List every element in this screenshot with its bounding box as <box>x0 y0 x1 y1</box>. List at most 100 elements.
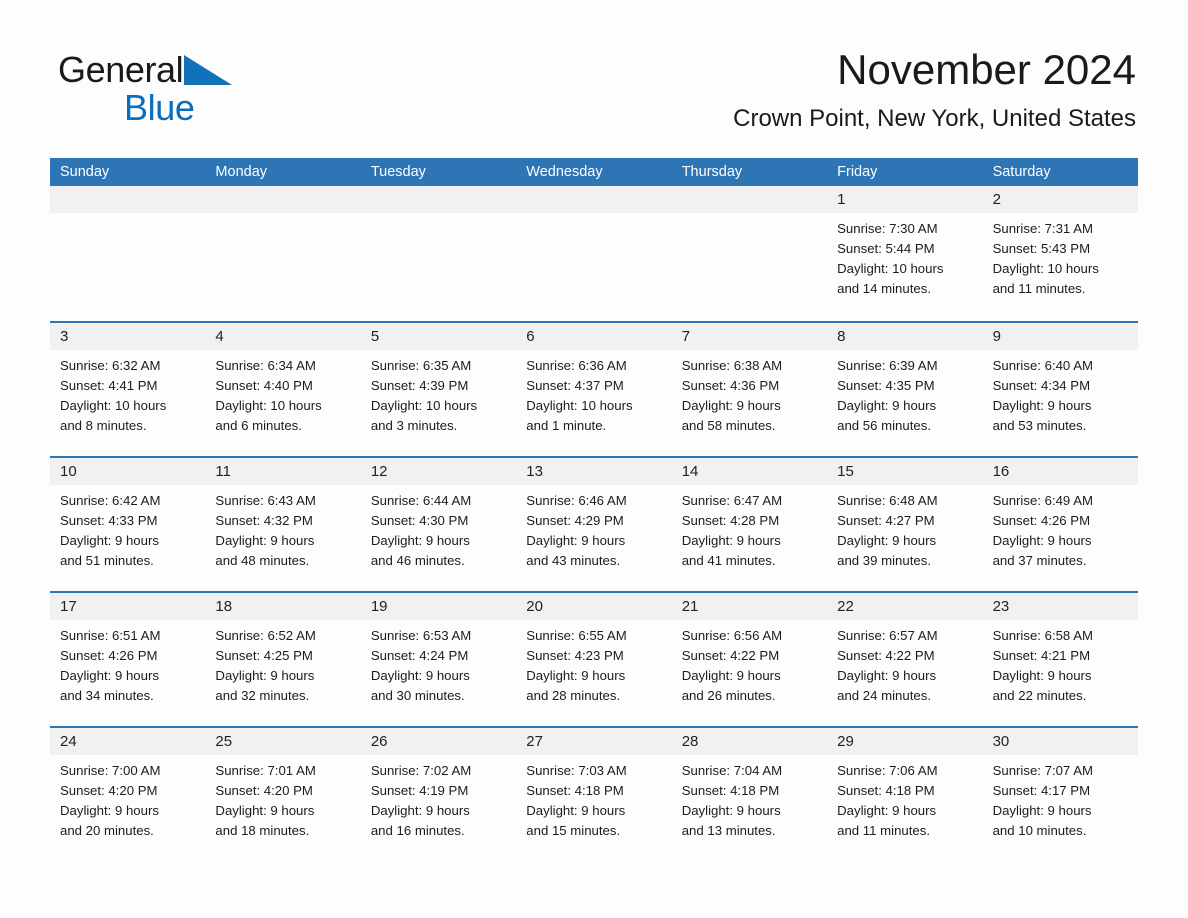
sunset-text: Sunset: 4:18 PM <box>681 783 780 798</box>
calendar-grid: Sunday Monday Tuesday Wednesday Thursday Frid… <box>50 158 1138 861</box>
day-details: Sunrise: 6:51 AM Sunset: 4:26 PM Daylight:… <box>50 620 205 706</box>
day-cell-8[interactable]: 8 Sunrise: 6:39 AM Sunset: 4:35 PM Daylight… <box>827 323 983 456</box>
daylight-text-3: and 51 minutes. <box>60 553 154 568</box>
day-cell-30[interactable]: 30 Sunrise: 7:07 AM Sunset: 4:17 PM Dayligh… <box>982 728 1138 861</box>
sunset-text: Sunset: 4:33 PM <box>60 513 158 528</box>
daylight-text-3: and 11 minutes. <box>992 281 1086 296</box>
sunrise-text: Sunrise: 6:48 AM <box>837 493 938 508</box>
sunrise-text: Sunrise: 6:36 AM <box>526 358 627 373</box>
day-cell-6[interactable]: 6 Sunrise: 6:36 AM Sunset: 4:37 PM Daylight… <box>516 323 672 456</box>
sunset-text: Sunset: 4:39 PM <box>370 378 469 393</box>
daylight-text-3: and 56 minutes. <box>837 418 931 433</box>
day-details: Sunrise: 7:00 AM Sunset: 4:20 PM Daylight:… <box>50 755 205 841</box>
day-details: Sunrise: 6:53 AM Sunset: 4:24 PM Daylight:… <box>361 620 516 706</box>
day-cell-22[interactable]: 22 Sunrise: 6:57 AM Sunset: 4:22 PM Dayligh… <box>827 593 983 726</box>
day-cell-empty <box>671 186 828 321</box>
daylight-text-3: and 11 minutes. <box>837 823 930 838</box>
day-details: Sunrise: 7:06 AM Sunset: 4:18 PM Daylight:… <box>827 755 982 841</box>
calendar-week-row: 1 Sunrise: 7:30 AM Sunset: 5:44 PM Daylight… <box>50 186 1138 321</box>
daylight-text-2: Daylight: 9 hours <box>992 668 1092 683</box>
daylight-text-2: Daylight: 9 hours <box>215 533 315 548</box>
daylight-text-2: Daylight: 9 hours <box>992 398 1092 413</box>
day-cell-10[interactable]: 10 Sunrise: 6:42 AM Sunset: 4:33 PM Dayligh… <box>50 458 206 591</box>
day-cell-28[interactable]: 28 Sunrise: 7:04 AM Sunset: 4:18 PM Dayligh… <box>671 728 828 861</box>
day-cell-20[interactable]: 20 Sunrise: 6:55 AM Sunset: 4:23 PM Dayligh… <box>516 593 672 726</box>
day-cell-16[interactable]: 16 Sunrise: 6:49 AM Sunset: 4:26 PM Dayligh… <box>982 458 1138 591</box>
daylight-text-2: Daylight: 9 hours <box>215 668 315 683</box>
sunrise-text: Sunrise: 6:35 AM <box>370 358 472 373</box>
day-cell-23[interactable]: 23 Sunrise: 6:58 AM Sunset: 4:21 PM Dayligh… <box>982 593 1138 726</box>
sunrise-text: Sunrise: 7:07 AM <box>992 763 1093 778</box>
daylight-text-2: Daylight: 9 hours <box>681 803 781 818</box>
day-cell-27[interactable]: 27 Sunrise: 7:03 AM Sunset: 4:18 PM Dayligh… <box>516 728 672 861</box>
sunrise-text: Sunrise: 7:03 AM <box>526 763 627 778</box>
day-cell-3[interactable]: 3 Sunrise: 6:32 AM Sunset: 4:41 PM Daylight… <box>50 323 206 456</box>
sunset-text: Sunset: 4:20 PM <box>60 783 158 798</box>
day-cell-1[interactable]: 1 Sunrise: 7:30 AM Sunset: 5:44 PM Daylight… <box>827 186 983 321</box>
sunset-text: Sunset: 4:26 PM <box>992 513 1091 528</box>
day-details: Sunrise: 6:58 AM Sunset: 4:21 PM Daylight:… <box>983 620 1138 706</box>
day-details: Sunrise: 6:49 AM Sunset: 4:26 PM Daylight:… <box>983 485 1138 571</box>
sunset-text: Sunset: 4:28 PM <box>681 513 780 528</box>
day-cell-25[interactable]: 25 Sunrise: 7:01 AM Sunset: 4:20 PM Dayligh… <box>205 728 361 861</box>
day-cell-14[interactable]: 14 Sunrise: 6:47 AM Sunset: 4:28 PM Dayligh… <box>671 458 828 591</box>
day-cell-29[interactable]: 29 Sunrise: 7:06 AM Sunset: 4:18 PM Dayligh… <box>827 728 983 861</box>
day-cell-2[interactable]: 2 Sunrise: 7:31 AM Sunset: 5:43 PM Daylight… <box>982 186 1138 321</box>
daylight-text-3: and 10 minutes. <box>992 823 1087 838</box>
daylight-text-3: and 22 minutes. <box>992 688 1087 703</box>
sunset-text: Sunset: 4:24 PM <box>370 648 469 663</box>
calendar-week-row: 3 Sunrise: 6:32 AM Sunset: 4:41 PM Daylight… <box>50 321 1138 456</box>
day-details: Sunrise: 7:30 AM Sunset: 5:44 PM Daylight:… <box>827 213 982 299</box>
sunrise-text: Sunrise: 6:46 AM <box>526 493 627 508</box>
day-cell-9[interactable]: 9 Sunrise: 6:40 AM Sunset: 4:34 PM Daylight… <box>982 323 1138 456</box>
sunset-text: Sunset: 4:27 PM <box>837 513 935 528</box>
day-details: Sunrise: 6:39 AM Sunset: 4:35 PM Daylight:… <box>827 350 982 436</box>
day-number: 22 <box>827 593 983 620</box>
daylight-text-2: Daylight: 9 hours <box>526 803 626 818</box>
sunset-text: Sunset: 4:35 PM <box>837 378 935 393</box>
day-details <box>361 213 516 219</box>
day-number: 19 <box>360 593 517 620</box>
day-cell-12[interactable]: 12 Sunrise: 6:44 AM Sunset: 4:30 PM Dayligh… <box>360 458 517 591</box>
day-number: 24 <box>50 728 206 755</box>
day-number: 11 <box>205 458 361 485</box>
daylight-text-3: and 37 minutes. <box>992 553 1087 568</box>
daylight-text-3: and 8 minutes. <box>60 418 147 433</box>
daylight-text-2: Daylight: 9 hours <box>526 533 626 548</box>
day-cell-26[interactable]: 26 Sunrise: 7:02 AM Sunset: 4:19 PM Dayligh… <box>360 728 517 861</box>
sunset-text: Sunset: 4:36 PM <box>681 378 780 393</box>
sunset-text: Sunset: 4:37 PM <box>526 378 624 393</box>
day-number: 26 <box>360 728 517 755</box>
general-blue-logo[interactable]: General Blue <box>58 50 233 126</box>
day-cell-24[interactable]: 24 Sunrise: 7:00 AM Sunset: 4:20 PM Dayligh… <box>50 728 206 861</box>
day-number: 5 <box>360 323 517 350</box>
day-details: Sunrise: 7:01 AM Sunset: 4:20 PM Daylight:… <box>205 755 360 841</box>
day-details: Sunrise: 7:04 AM Sunset: 4:18 PM Daylight:… <box>672 755 827 841</box>
daylight-text-2: Daylight: 10 hours <box>60 398 167 413</box>
daylight-text-3: and 53 minutes. <box>992 418 1087 433</box>
day-cell-17[interactable]: 17 Sunrise: 6:51 AM Sunset: 4:26 PM Dayligh… <box>50 593 206 726</box>
sunset-text: Sunset: 4:17 PM <box>992 783 1091 798</box>
day-details: Sunrise: 6:43 AM Sunset: 4:32 PM Daylight:… <box>205 485 360 571</box>
blue-triangle-icon <box>184 55 233 85</box>
day-cell-18[interactable]: 18 Sunrise: 6:52 AM Sunset: 4:25 PM Dayligh… <box>205 593 361 726</box>
sunrise-text: Sunrise: 7:06 AM <box>837 763 938 778</box>
day-details: Sunrise: 7:07 AM Sunset: 4:17 PM Daylight:… <box>983 755 1138 841</box>
day-cell-13[interactable]: 13 Sunrise: 6:46 AM Sunset: 4:29 PM Dayligh… <box>516 458 672 591</box>
daylight-text-2: Daylight: 9 hours <box>837 668 937 683</box>
day-details <box>672 213 827 219</box>
daylight-text-3: and 20 minutes. <box>60 823 154 838</box>
day-cell-7[interactable]: 7 Sunrise: 6:38 AM Sunset: 4:36 PM Daylight… <box>671 323 828 456</box>
day-details: Sunrise: 6:57 AM Sunset: 4:22 PM Daylight:… <box>827 620 982 706</box>
day-cell-15[interactable]: 15 Sunrise: 6:48 AM Sunset: 4:27 PM Dayligh… <box>827 458 983 591</box>
day-cell-11[interactable]: 11 Sunrise: 6:43 AM Sunset: 4:32 PM Dayligh… <box>205 458 361 591</box>
day-cell-19[interactable]: 19 Sunrise: 6:53 AM Sunset: 4:24 PM Dayligh… <box>360 593 517 726</box>
day-cell-4[interactable]: 4 Sunrise: 6:34 AM Sunset: 4:40 PM Daylight… <box>205 323 361 456</box>
day-number: 4 <box>205 323 361 350</box>
day-number: 9 <box>982 323 1138 350</box>
day-cell-21[interactable]: 21 Sunrise: 6:56 AM Sunset: 4:22 PM Dayligh… <box>671 593 828 726</box>
calendar-week-row: 24 Sunrise: 7:00 AM Sunset: 4:20 PM Dayligh… <box>50 726 1138 861</box>
daylight-text-3: and 28 minutes. <box>526 688 621 703</box>
day-cell-5[interactable]: 5 Sunrise: 6:35 AM Sunset: 4:39 PM Daylight… <box>360 323 517 456</box>
sunrise-text: Sunrise: 7:04 AM <box>681 763 783 778</box>
